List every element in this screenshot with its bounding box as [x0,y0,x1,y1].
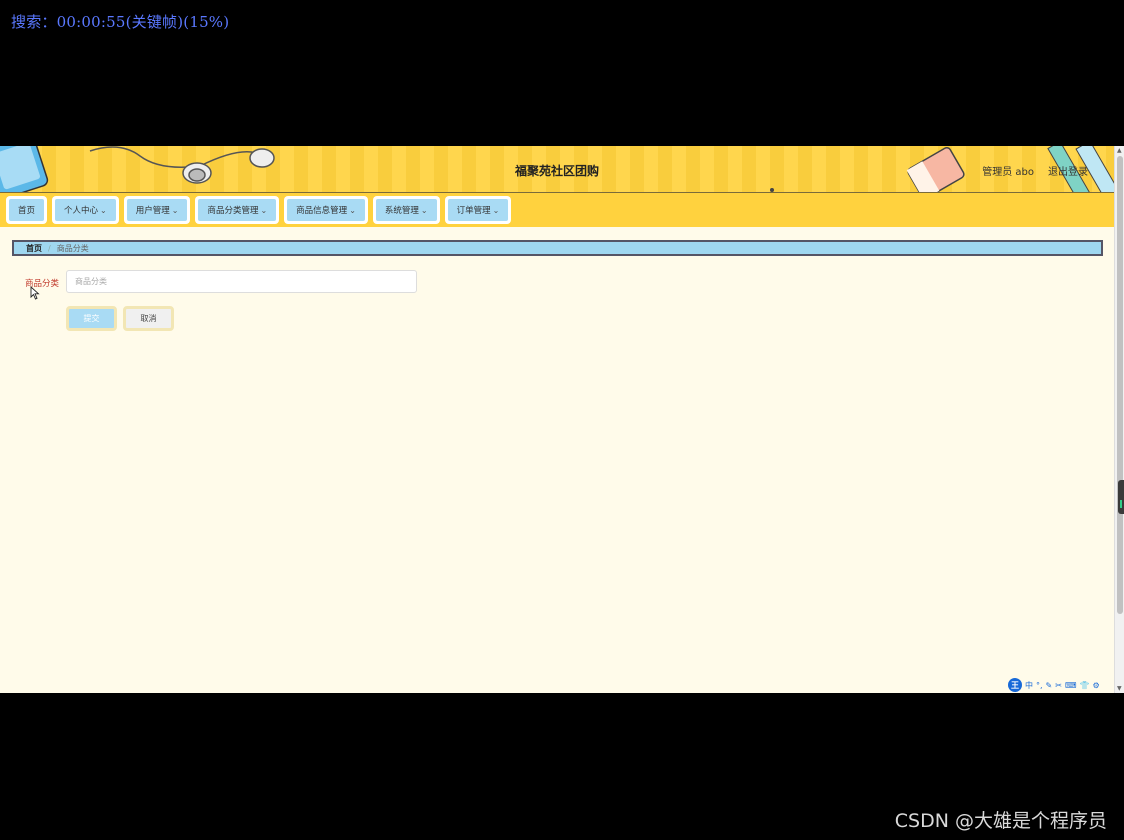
submit-button[interactable]: 提交 [66,306,117,331]
site-header: 福聚苑社区团购 管理员 abo 退出登录 [0,146,1114,193]
chevron-down-icon: ⌄ [171,205,179,215]
nav-item-label: 订单管理 [456,206,491,216]
nav-item-label: 用户管理 [135,206,170,216]
settings-icon[interactable]: ⚙ [1092,681,1099,690]
ime-mode-toggle[interactable]: 中 [1025,680,1033,691]
cancel-button[interactable]: 取消 [123,306,174,331]
nav-item-label: 首页 [18,206,36,216]
breadcrumb: 首页 / 商品分类 [12,240,1103,256]
breadcrumb-current: 商品分类 [56,243,89,253]
current-user-label: 管理员 abo [982,167,1034,178]
punctuation-icon[interactable]: °, [1036,681,1043,690]
mouse-cursor-icon [30,286,40,300]
breadcrumb-home-link[interactable]: 首页 [26,243,42,254]
nav-item-personal-center[interactable]: 个人中心 ⌄ [52,196,119,224]
chevron-down-icon: ⌄ [420,205,428,215]
watermark: CSDN @大雄是个程序员 [894,810,1107,832]
site-title: 福聚苑社区团购 [514,164,599,178]
keyboard-icon[interactable]: ⌨ [1065,681,1077,690]
breadcrumb-separator: / [48,243,51,253]
scroll-up-arrow-icon[interactable]: ▲ [1117,147,1122,154]
pen-icon[interactable]: ✎ [1046,681,1053,690]
scissors-icon[interactable]: ✂ [1055,681,1062,690]
logout-link[interactable]: 退出登录 [1048,163,1088,178]
nav-item-label: 系统管理 [384,206,419,216]
skin-icon[interactable]: 👕 [1080,681,1090,690]
chevron-down-icon: ⌄ [492,205,500,215]
nav-item-user-management[interactable]: 用户管理 ⌄ [123,196,191,224]
nav-item-label: 商品信息管理 [296,206,348,216]
browser-viewport: 福聚苑社区团购 管理员 abo 退出登录 首页 个人中心 ⌄ 用户管理 ⌄ 商品分类… [0,146,1124,693]
nav-item-label: 个人中心 [64,206,99,216]
scrollbar-thumb[interactable] [1117,156,1123,614]
chevron-down-icon: ⌄ [349,205,356,215]
nav-item-order-management[interactable]: 订单管理 ⌄ [444,196,512,224]
nav-item-product-management[interactable]: 商品信息管理 ⌄ [284,196,368,224]
search-status-overlay: 搜索：00:00:55(关键帧)(15%) [11,13,230,31]
nav-item-system-management[interactable]: 系统管理 ⌄ [372,196,440,224]
chevron-down-icon: ⌄ [100,205,107,215]
side-panel-handle[interactable] [1118,480,1124,514]
user-area: 管理员 abo 退出登录 [982,163,1088,178]
nav-item-home[interactable]: 首页 [6,196,48,224]
ime-toolbar: 王 中 °, ✎ ✂ ⌨ 👕 ⚙ [1008,677,1124,693]
main-nav: 首页 个人中心 ⌄ 用户管理 ⌄ 商品分类管理 ⌄ 商品信息管理 ⌄ 系统管理 ⌄ 订单管… [0,193,1114,227]
nav-item-label: 商品分类管理 [207,206,259,216]
ime-logo-icon[interactable]: 王 [1008,678,1022,692]
vertical-scrollbar[interactable]: ▲ ▼ [1114,146,1124,693]
nav-item-category-management[interactable]: 商品分类管理 ⌄ [195,196,280,224]
category-input[interactable] [66,270,417,293]
chevron-down-icon: ⌄ [260,205,268,215]
